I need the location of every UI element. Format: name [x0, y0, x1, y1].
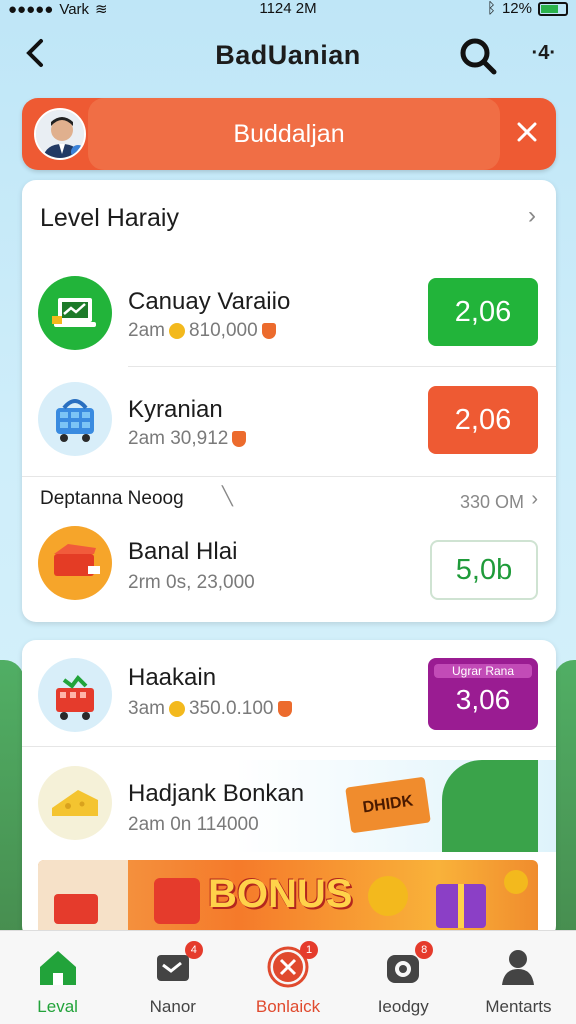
value-button[interactable]: 2,06 [428, 278, 538, 346]
tab-mentarts[interactable]: Mentarts [461, 931, 576, 1024]
divider [22, 746, 556, 747]
bonus-banner[interactable]: BONUS [38, 860, 538, 940]
subsection-link[interactable]: 330 OM [460, 492, 524, 513]
level-card: Level Haraiy › Canuay Varaiio 2am 810,00… [22, 180, 556, 622]
bluetooth-icon: ᛒ [486, 0, 496, 17]
home-icon [39, 951, 76, 985]
item-sub-text: 2am 30,912 [128, 428, 229, 449]
item-subtitle: 3am 350.0.100 [128, 698, 292, 720]
divider [128, 366, 556, 367]
palm-tree-right [554, 660, 576, 930]
item-subtitle: 2am 810,000 [128, 320, 276, 342]
item-sub-text: 2am [128, 320, 165, 341]
tab-label: Mentarts [485, 997, 552, 1016]
shield-icon [277, 701, 292, 717]
coin-icon [168, 323, 185, 339]
value-button[interactable]: 2,06 [428, 386, 538, 454]
cheese-icon [38, 766, 112, 840]
close-icon [517, 122, 537, 142]
item-amount: 810,000 [188, 320, 258, 341]
button-tag: Ugrar Rana [434, 664, 532, 678]
item-name: Hadjank Bonkan [128, 780, 305, 807]
slash-icon: ╲ [222, 486, 233, 506]
list-item[interactable]: Haakain 3am 350.0.100 Ugrar Rana 3,06 [22, 654, 556, 750]
chevron-right-icon[interactable]: › [528, 202, 536, 230]
bottom-tab-bar: Leval 4 Nanor 1 Bonlaick 8 Ieodgy Mentar… [0, 930, 576, 1024]
value-button[interactable]: Ugrar Rana 3,06 [428, 658, 538, 730]
tab-badge: 8 [415, 941, 434, 959]
list-item[interactable]: Kyranian 2am 30,912 2,06 [22, 380, 556, 476]
item-sub-text: 2rm 0s, 23,000 [128, 572, 255, 593]
shield-icon [261, 323, 276, 339]
battery-icon [538, 1, 568, 16]
item-name: Kyranian [128, 396, 223, 423]
item-sub-text: 3am [128, 698, 165, 719]
search-icon [460, 38, 497, 75]
item-subtitle: 2am 30,912 [128, 428, 247, 450]
list-item[interactable]: Hadjank Bonkan 2am 0n 114000 DHIDK [22, 760, 556, 852]
bonus-card: Haakain 3am 350.0.100 Ugrar Rana 3,06 Ha… [22, 640, 556, 940]
tab-label: Nanor [149, 997, 196, 1016]
laptop-chart-icon [38, 276, 112, 350]
tab-nanor[interactable]: 4 Nanor [115, 931, 230, 1024]
item-subtitle: 2am 0n 114000 [128, 814, 259, 836]
status-right: ᛒ 12% [487, 0, 568, 17]
item-name: Canuay Varaiio [128, 288, 291, 315]
shield-icon [232, 431, 247, 447]
list-item[interactable]: Canuay Varaiio 2am 810,000 2,06 [22, 272, 556, 368]
palm-leaf-decor [442, 760, 538, 852]
tab-leval[interactable]: Leval [0, 931, 115, 1024]
button-value: 3,06 [455, 684, 511, 715]
app-header: BadUanian ·4· [0, 28, 576, 84]
gift-cart-icon [38, 658, 112, 732]
more-button[interactable]: ·4· [532, 42, 556, 65]
banner-close-button[interactable] [516, 118, 538, 150]
coin-icon [168, 701, 185, 717]
chevron-right-icon[interactable]: › [531, 488, 538, 511]
status-bar: ●●●●● Vark ≋ 1124 2M ᛒ 12% [0, 0, 576, 22]
shopping-cart-icon [38, 382, 112, 456]
wallet-icon-wrap: 4 [151, 941, 203, 989]
tab-label: Bonlaick [255, 997, 321, 1016]
tab-bonlaick[interactable]: 1 Bonlaick [230, 931, 345, 1024]
item-sub-text: 2am 0n 114000 [128, 814, 259, 835]
item-name: Haakain [128, 664, 217, 691]
search-button[interactable] [458, 36, 498, 76]
subsection-title: Deptanna Neoog [40, 488, 184, 509]
person-icon [502, 950, 535, 985]
divider [22, 476, 556, 477]
promo-banner[interactable]: Buddaljan [22, 98, 556, 170]
value-button[interactable]: 5,0b [430, 540, 538, 600]
item-amount: 350.0.100 [188, 698, 274, 719]
tab-label: Ieodgy [377, 997, 429, 1016]
tab-badge: 1 [300, 941, 318, 959]
gift-box-icon [38, 526, 112, 600]
item-name: Banal Hlai [128, 538, 238, 565]
battery-percent: 12% [501, 0, 532, 17]
banner-label: Buddaljan [233, 120, 345, 148]
palm-tree-left [0, 660, 24, 930]
tab-badge: 4 [184, 941, 203, 959]
tab-label: Leval [37, 997, 78, 1016]
list-item[interactable]: Banal Hlai 2rm 0s, 23,000 5,0b [22, 524, 556, 614]
close-circle-icon-wrap: 1 [266, 941, 318, 989]
item-subtitle: 2rm 0s, 23,000 [128, 572, 255, 594]
section-title: Level Haraiy [40, 204, 179, 232]
promo-sticker: DHIDK [345, 776, 431, 834]
camera-icon-wrap: 8 [381, 941, 434, 989]
bonus-text: BONUS [208, 872, 353, 916]
tab-ieodgy[interactable]: 8 Ieodgy [346, 931, 461, 1024]
